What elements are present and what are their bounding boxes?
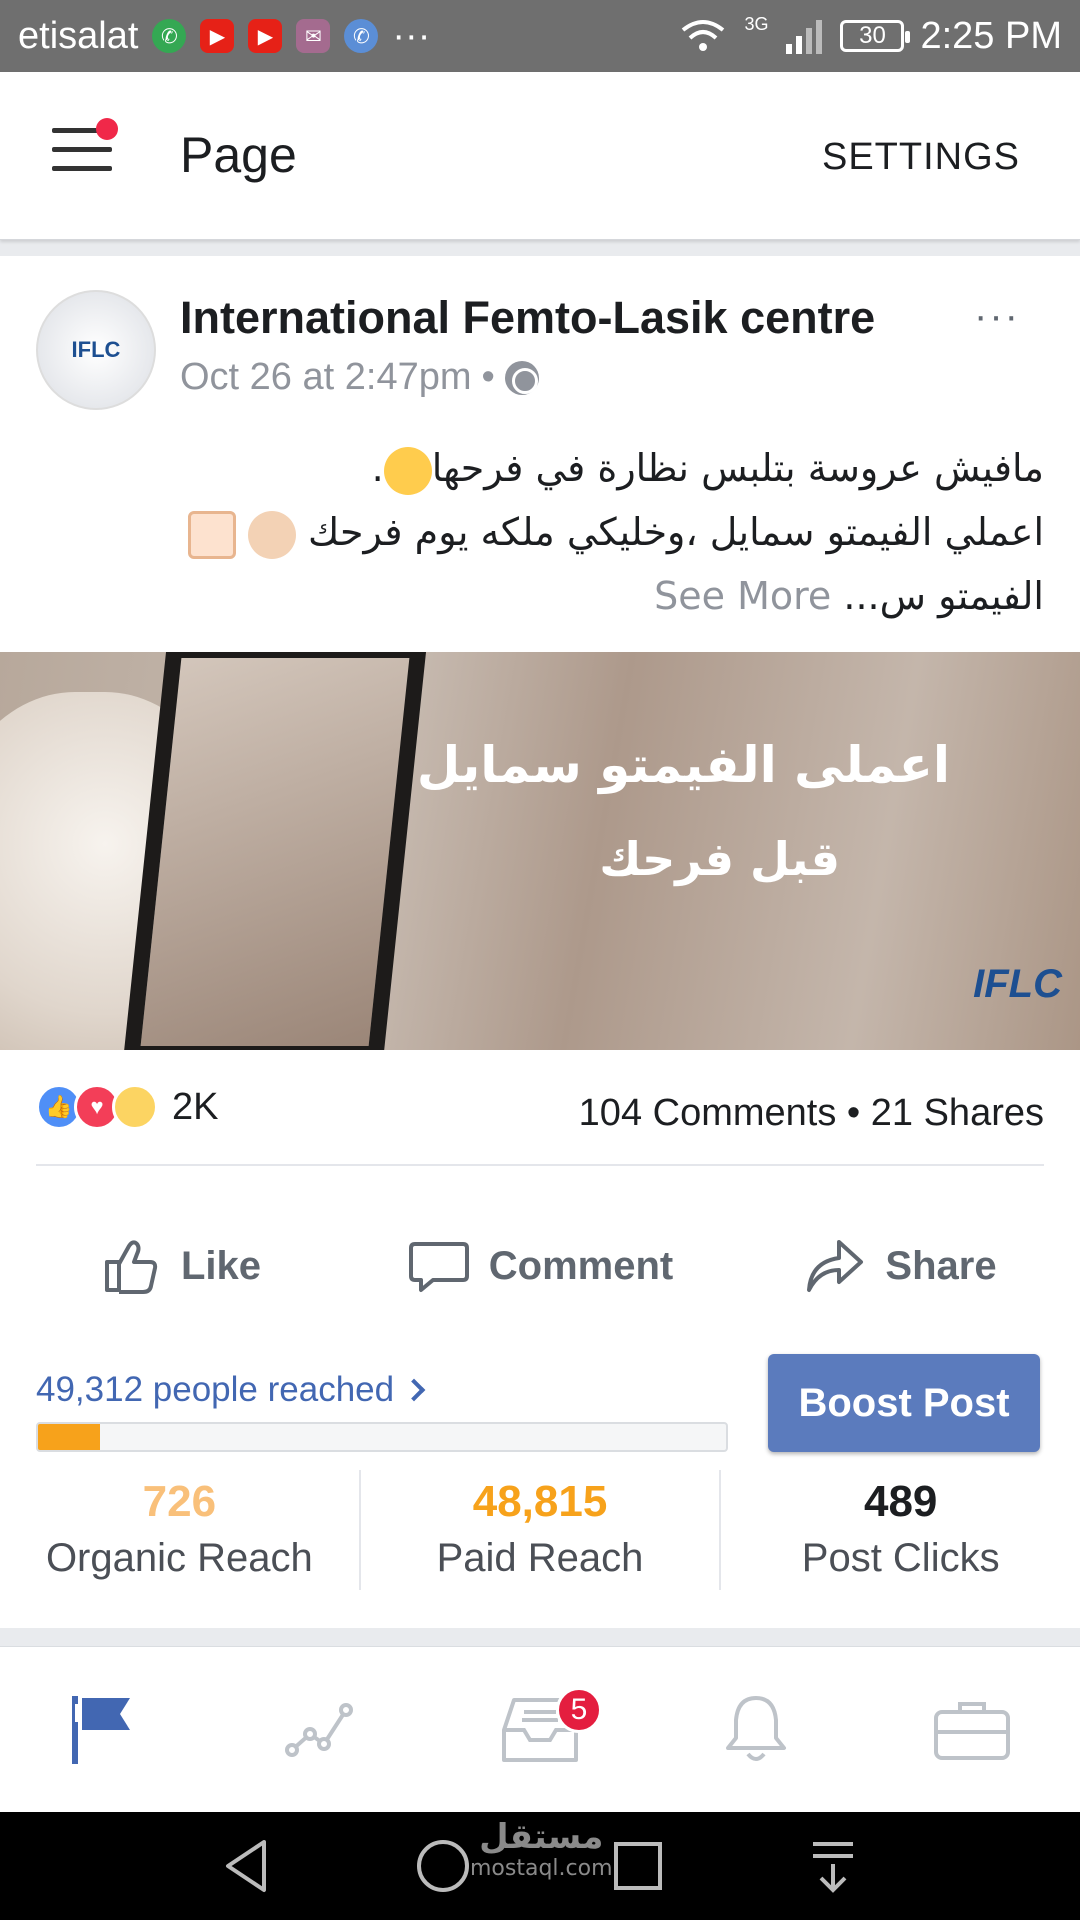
- post-text: مافيش عروسة بتلبس نظارة في فرحها. اعملي …: [34, 436, 1044, 628]
- nav-notifications-tab[interactable]: [648, 1647, 864, 1812]
- stat-label: Organic Reach: [45, 1536, 313, 1580]
- phone-icon: ✆: [344, 19, 379, 53]
- skin-tone-emoji-icon: [187, 510, 236, 559]
- more-notifications-icon: ···: [392, 14, 431, 57]
- thumbs-up-icon: [104, 1240, 158, 1294]
- settings-button[interactable]: SETTINGS: [822, 136, 1020, 179]
- insights-icon: [285, 1702, 353, 1757]
- carrier-name: etisalat: [18, 14, 139, 57]
- post-options-button[interactable]: ···: [974, 294, 1020, 339]
- comment-icon: [408, 1242, 469, 1292]
- menu-line: [52, 166, 112, 171]
- notifications-pull-icon[interactable]: [801, 1834, 865, 1898]
- comment-button[interactable]: Comment: [360, 1206, 720, 1326]
- post-text-line-3: الفيمتو س... See More: [34, 564, 1044, 628]
- reach-progress-fill: [38, 1424, 100, 1450]
- post-card: IFLC International Femto-Lasik centre Oc…: [0, 256, 1080, 1628]
- chevron-right-icon: [402, 1378, 426, 1402]
- post-text-line-3-content: الفيمتو س...: [843, 574, 1044, 618]
- wifi-icon: [682, 20, 725, 51]
- people-reached-text: 49,312 people reached: [36, 1370, 395, 1409]
- divider: [36, 1164, 1044, 1166]
- watermark-latin: mostaql.com: [470, 1856, 613, 1881]
- reactions-summary[interactable]: 👍 ♥ 2K: [36, 1084, 218, 1130]
- post-text-line-2-content: اعملي الفيمتو سمايل ،وخليكي ملكه يوم فرح…: [307, 510, 1044, 554]
- signal-icon: [786, 20, 823, 54]
- recents-icon[interactable]: [606, 1834, 670, 1898]
- post-text-line-1-end: .: [371, 446, 384, 490]
- paid-reach-stat[interactable]: 48,815 Paid Reach: [361, 1470, 722, 1590]
- battery-icon: 30: [840, 20, 911, 52]
- post-text-line-2: اعملي الفيمتو سمايل ،وخليكي ملكه يوم فرح…: [34, 500, 1044, 564]
- post-image[interactable]: اعملى الفيمتو سمايل قبل فرحك IFLC: [0, 652, 1080, 1050]
- whatsapp-icon: ✆: [152, 19, 187, 53]
- mirror-figure: [122, 652, 428, 1050]
- share-button[interactable]: Share: [720, 1206, 1080, 1326]
- image-logo: IFLC: [973, 962, 1062, 1006]
- page-avatar[interactable]: IFLC: [36, 290, 156, 410]
- app-bar: Page SETTINGS: [0, 72, 1080, 240]
- page-name-link[interactable]: International Femto-Lasik centre: [180, 292, 875, 344]
- bell-icon: [726, 1695, 786, 1761]
- nav-tools-tab[interactable]: [864, 1647, 1080, 1812]
- youtube-icon-2: ▶: [248, 19, 283, 53]
- status-bar: etisalat ✆ ▶ ▶ ✉ ✆ ··· 3G 30 2:25 PM: [0, 0, 1080, 72]
- stat-value: 489: [863, 1477, 938, 1526]
- see-more-link[interactable]: See More: [654, 574, 831, 618]
- back-icon[interactable]: [216, 1834, 280, 1898]
- people-reached-link[interactable]: 49,312 people reached: [36, 1370, 426, 1410]
- boost-post-button[interactable]: Boost Post: [768, 1354, 1040, 1452]
- bottom-nav: 5: [0, 1646, 1080, 1812]
- nav-insights-tab[interactable]: [216, 1647, 432, 1812]
- briefcase-icon: [934, 1701, 1010, 1760]
- comments-shares-count[interactable]: 104 Comments • 21 Shares: [579, 1092, 1044, 1135]
- home-icon[interactable]: [411, 1834, 475, 1898]
- watermark: مستقل mostaql.com: [470, 1818, 613, 1882]
- stat-value: 726: [142, 1477, 217, 1526]
- like-label: Like: [180, 1243, 262, 1288]
- page-title: Page: [180, 127, 297, 183]
- watermark-arabic: مستقل: [479, 1817, 604, 1857]
- inbox-badge: 5: [556, 1687, 602, 1733]
- reaction-count: 2K: [172, 1085, 219, 1128]
- meta-separator: •: [481, 356, 495, 398]
- image-headline: اعملى الفيمتو سمايل: [416, 736, 950, 794]
- comment-label: Comment: [488, 1243, 674, 1288]
- post-text-line-1-content: مافيش عروسة بتلبس نظارة في فرحها: [431, 446, 1044, 490]
- bride-emoji-icon: [247, 510, 296, 559]
- notification-dot: [96, 118, 118, 140]
- reach-stats: 726 Organic Reach 48,815 Paid Reach 489 …: [0, 1470, 1080, 1590]
- flag-icon: [72, 1695, 130, 1764]
- avatar-logo-text: IFLC: [71, 337, 121, 362]
- clock: 2:25 PM: [920, 14, 1062, 57]
- like-button[interactable]: Like: [0, 1206, 360, 1326]
- image-subline: قبل فرحك: [599, 832, 840, 886]
- share-label: Share: [885, 1243, 997, 1288]
- globe-icon: [504, 360, 539, 395]
- haha-reaction-icon: [112, 1084, 158, 1130]
- battery-level: 30: [859, 22, 886, 49]
- reach-progress-bar: [36, 1422, 728, 1452]
- network-type: 3G: [744, 13, 769, 34]
- mail-icon: ✉: [296, 19, 331, 53]
- post-meta: Oct 26 at 2:47pm •: [180, 356, 539, 399]
- menu-line: [52, 147, 112, 152]
- post-timestamp[interactable]: Oct 26 at 2:47pm: [180, 356, 472, 399]
- post-text-line-1: مافيش عروسة بتلبس نظارة في فرحها.: [34, 436, 1044, 500]
- stat-label: Post Clicks: [801, 1536, 1000, 1580]
- post-clicks-stat[interactable]: 489 Post Clicks: [721, 1470, 1080, 1590]
- organic-reach-stat[interactable]: 726 Organic Reach: [0, 1470, 361, 1590]
- stat-label: Paid Reach: [436, 1536, 644, 1580]
- youtube-icon: ▶: [200, 19, 235, 53]
- wink-emoji-icon: [383, 446, 432, 495]
- stat-value: 48,815: [472, 1477, 608, 1526]
- post-actions: Like Comment Share: [0, 1206, 1080, 1326]
- share-icon: [807, 1240, 864, 1292]
- nav-page-tab[interactable]: [0, 1647, 216, 1812]
- nav-inbox-tab[interactable]: 5: [432, 1647, 648, 1812]
